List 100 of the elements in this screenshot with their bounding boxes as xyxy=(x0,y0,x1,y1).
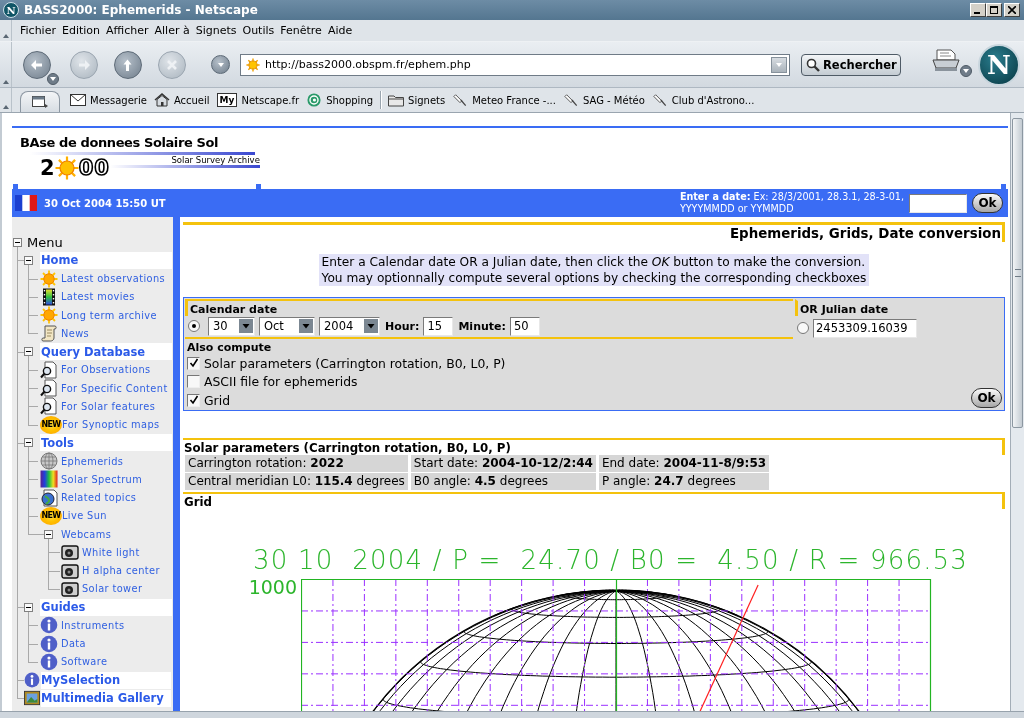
dropdown-button[interactable] xyxy=(211,55,230,74)
tab-button[interactable] xyxy=(20,91,60,112)
ok-button[interactable]: Ok xyxy=(971,387,1002,408)
bookmark-link[interactable]: Club d'Astrono... xyxy=(651,93,755,107)
minute-field[interactable]: 50 xyxy=(509,316,540,336)
checkbox[interactable] xyxy=(187,375,200,389)
table-cell: Carrington rotation: 2022 xyxy=(185,455,408,472)
magnifier-icon xyxy=(40,379,58,398)
menu-link[interactable]: Ephemerids xyxy=(40,452,124,471)
bookmark-link[interactable]: Signets xyxy=(388,93,446,107)
table-cell: Central meridian L0: 115.4 degrees xyxy=(185,473,408,490)
collapse-icon[interactable] xyxy=(24,602,33,612)
menu-link[interactable]: NEW Live Sun xyxy=(40,506,107,525)
info-icon xyxy=(40,652,58,671)
menu-link[interactable]: News xyxy=(40,324,90,343)
bookmark-link[interactable]: SAG - Météo xyxy=(562,93,645,107)
collapse-arrow-icon[interactable] xyxy=(2,34,9,38)
section-heading: Grid xyxy=(183,492,1005,509)
print-dropdown-button[interactable] xyxy=(960,64,972,77)
section-link[interactable]: Guides xyxy=(40,598,172,616)
printer-button[interactable] xyxy=(930,46,962,73)
section-link[interactable]: MySelection xyxy=(24,671,171,689)
pen-icon xyxy=(651,93,668,107)
checkbox[interactable] xyxy=(187,356,200,370)
spectrum-icon xyxy=(40,470,58,489)
menu-link[interactable]: For Solar features xyxy=(40,397,156,416)
julian-date-field[interactable]: 2453309.16039 xyxy=(813,318,917,338)
caret-icon xyxy=(299,319,313,333)
day-select[interactable]: 30 xyxy=(208,316,255,336)
menu-link[interactable]: H alpha center xyxy=(61,561,160,580)
reload-button[interactable] xyxy=(114,50,142,79)
menu-link[interactable]: Solar tower xyxy=(61,579,143,598)
menu-link[interactable]: Latest observations xyxy=(40,269,166,288)
ok-button[interactable]: Ok xyxy=(972,193,1003,213)
logo-year-digit: 2 xyxy=(40,156,55,180)
collapse-arrow-icon[interactable] xyxy=(2,80,9,84)
back-button[interactable] xyxy=(23,50,51,79)
collapse-icon[interactable] xyxy=(13,237,22,247)
close-button[interactable] xyxy=(1004,3,1020,17)
history-dropdown-button[interactable] xyxy=(47,72,59,85)
maximize-icon xyxy=(990,6,998,14)
option-label: ASCII file for ephemerids xyxy=(204,374,358,390)
menu-item[interactable]: Edition xyxy=(58,24,103,37)
menu-item[interactable]: Fenêtre xyxy=(277,24,325,37)
scrollbar-thumb[interactable] xyxy=(1012,118,1023,428)
collapse-arrow-icon[interactable] xyxy=(2,105,9,109)
search-button[interactable]: Rechercher xyxy=(801,53,901,76)
julian-heading: OR Julian date xyxy=(795,299,1003,316)
bookmark-link[interactable]: Accueil xyxy=(153,93,210,107)
browser-logo[interactable]: N xyxy=(978,43,1020,86)
bookmark-link[interactable]: My Netscape.fr xyxy=(216,93,300,107)
film-strip-icon xyxy=(40,287,58,306)
menu-item[interactable]: Aller à xyxy=(151,24,193,37)
radio-button[interactable] xyxy=(797,322,809,334)
menu-item[interactable]: Fichier xyxy=(17,24,59,37)
menu-link[interactable]: For Specific Content xyxy=(40,379,168,398)
collapse-icon[interactable] xyxy=(24,347,33,357)
date-field[interactable] xyxy=(909,193,967,213)
menu-link[interactable]: Related topics xyxy=(40,488,137,507)
menu-link[interactable]: Instruments xyxy=(40,616,125,635)
menu-link[interactable]: Long term archive xyxy=(40,306,157,325)
my-badge: My xyxy=(216,93,238,107)
bookmark-link[interactable]: Messagerie xyxy=(70,93,147,107)
menu-link[interactable]: Latest movies xyxy=(40,287,135,306)
radio-button[interactable] xyxy=(188,320,200,332)
maximize-button[interactable] xyxy=(986,3,1002,17)
magnifier-icon xyxy=(40,397,58,416)
horizontal-scrollbar[interactable] xyxy=(0,711,1024,718)
url-dropdown-button[interactable] xyxy=(771,56,787,73)
menu-link[interactable]: White light xyxy=(61,543,140,562)
menu-link[interactable]: For Observations xyxy=(40,360,151,379)
section-link[interactable]: Multimedia Gallery xyxy=(24,689,171,707)
collapse-icon[interactable] xyxy=(24,438,33,448)
table-cell: P angle: 24.7 degrees xyxy=(598,473,770,490)
info-icon xyxy=(40,616,58,635)
menu-link[interactable]: Software xyxy=(40,652,108,671)
hour-field[interactable]: 15 xyxy=(423,316,454,336)
house-icon xyxy=(153,93,170,107)
bookmark-link[interactable]: Meteo France -... xyxy=(452,93,556,107)
address-field[interactable]: http://bass2000.obspm.fr/ephem.php xyxy=(240,53,790,76)
bookmark-link[interactable]: Shopping xyxy=(306,93,374,107)
menu-link[interactable]: Webcams xyxy=(61,528,112,540)
instructions-note: Enter a Calendar date OR a Julian date, then click the OK button to make the conversion. You may optionnally compute several options by checking the corresponding checkboxes xyxy=(318,254,870,286)
section-link[interactable]: Tools xyxy=(40,434,172,452)
menu-link[interactable]: Data xyxy=(40,634,86,653)
month-select[interactable]: Oct xyxy=(259,316,315,336)
menu-link[interactable]: NEW For Synoptic maps xyxy=(40,415,160,434)
menu-item[interactable]: Signets xyxy=(192,24,240,37)
menu-item[interactable]: Outils xyxy=(239,24,278,37)
collapse-icon[interactable] xyxy=(24,255,33,265)
section-link[interactable]: Home xyxy=(40,251,172,269)
collapse-icon[interactable] xyxy=(44,529,53,539)
logo-year-digits: 00 xyxy=(78,156,110,180)
menu-item[interactable]: Aide xyxy=(324,24,356,37)
year-select[interactable]: 2004 xyxy=(319,316,380,336)
menu-item[interactable]: Afficher xyxy=(103,24,152,37)
minimize-button[interactable] xyxy=(970,3,986,17)
vertical-scrollbar[interactable] xyxy=(1010,113,1024,711)
menu-link[interactable]: Solar Spectrum xyxy=(40,470,143,489)
checkbox[interactable] xyxy=(187,393,200,407)
